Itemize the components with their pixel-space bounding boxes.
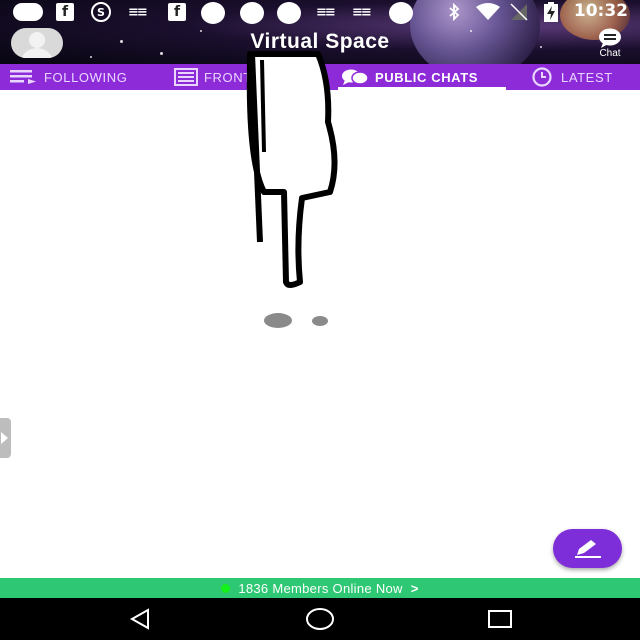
back-button[interactable] [120,606,160,632]
notification-dot-icon [389,2,413,24]
tab-label: FOLLOWING [44,69,128,85]
s-app-icon: S [91,2,111,22]
chevron-right-icon: > [410,580,419,596]
bluetooth-icon [448,3,460,21]
online-status-dot [221,583,231,593]
message-icon [13,3,43,21]
facebook-icon: f [168,3,186,21]
compose-button[interactable] [553,529,622,568]
status-bar: f S ≡≡ f ≡≡ ≡≡ 10:32 [0,0,640,24]
bird-app-icon: ≡≡ [316,4,336,20]
members-online-text: 1836 Members Online Now [238,580,403,596]
home-button[interactable] [300,606,340,632]
chat-label: Chat [599,48,621,59]
chat-button[interactable]: Chat [590,26,630,62]
pencil-icon [575,540,601,558]
status-time: 10:32 [573,1,628,21]
notification-dot-icon [277,2,301,24]
facebook-icon: f [56,3,74,21]
tab-latest[interactable]: LATEST [529,64,613,90]
wifi-icon [475,3,501,21]
chat-icon [599,28,621,48]
no-signal-icon [509,3,529,21]
clock-icon [532,67,552,87]
notification-dot-icon [240,2,264,24]
members-online-bar[interactable]: 1836 Members Online Now > [0,578,640,598]
notification-dot-icon [201,2,225,24]
back-icon [129,608,149,630]
newspaper-icon [174,68,198,86]
battery-charging-icon [543,2,559,22]
tab-following[interactable]: FOLLOWING [10,64,127,90]
tab-label: PUBLIC CHATS [375,69,479,85]
side-drawer-handle[interactable] [0,418,11,458]
home-icon [306,608,334,630]
main-content [0,51,640,578]
bird-app-icon: ≡≡ [128,4,148,20]
loading-dot [312,316,328,326]
hand-drawing [246,51,338,288]
navigation-bar [0,598,640,640]
bird-app-icon: ≡≡ [352,4,372,20]
tab-label: LATEST [561,69,613,85]
recents-button[interactable] [480,606,520,632]
list-icon [10,70,36,84]
recents-icon [488,610,512,628]
loading-dot [264,313,292,328]
chevron-right-icon [1,432,8,444]
